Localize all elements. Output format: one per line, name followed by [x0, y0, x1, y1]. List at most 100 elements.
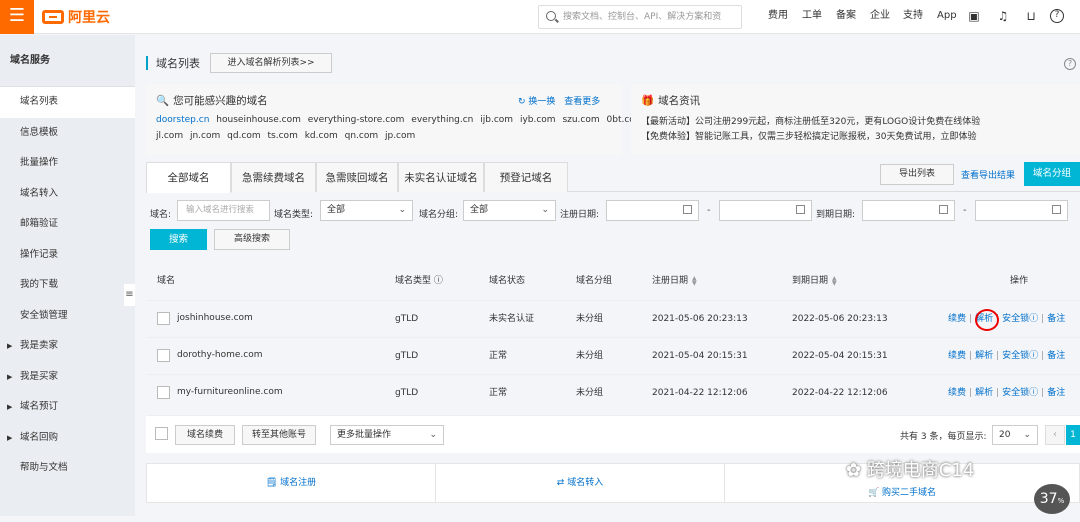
tab-redeem-urgent[interactable]: 急需赎回域名	[316, 162, 398, 192]
domain-register-link[interactable]: 🗒 域名注册	[147, 464, 436, 502]
more-link[interactable]: 查看更多	[564, 97, 600, 107]
exp-date-end[interactable]	[975, 200, 1068, 221]
sidebar-item-buyer[interactable]: ▶ 我是买家	[0, 362, 135, 393]
reg-date-end[interactable]	[719, 200, 812, 221]
type-select[interactable]: 全部 ⌄	[320, 200, 413, 221]
group-value: 全部	[470, 205, 489, 215]
suggest-domain[interactable]: ijb.com	[480, 115, 513, 125]
search-input[interactable]: 搜索文档、控制台、API、解决方案和资	[538, 5, 742, 29]
tab-unverified[interactable]: 未实名认证域名	[398, 162, 484, 192]
refresh-icon[interactable]: ↻	[518, 97, 528, 107]
prev-page-button[interactable]: ‹	[1045, 425, 1065, 445]
sidebar-item-transfer-in[interactable]: 域名转入	[0, 179, 135, 210]
suggest-domain[interactable]: everything.cn	[411, 115, 473, 125]
nav-app[interactable]: App	[937, 0, 957, 34]
search-button[interactable]: 搜索	[150, 229, 207, 250]
suggest-domain[interactable]: jp.com	[385, 131, 415, 141]
row-domain[interactable]: dorothy-home.com	[177, 338, 262, 372]
sidebar-item-buyback[interactable]: ▶ 域名回购	[0, 423, 135, 454]
sort-icon[interactable]: ▲ ▼	[832, 275, 839, 286]
news-line-1[interactable]: 【最新活动】公司注册299元起，商标注册低至320元，更有LOGO设计免费在线体…	[641, 114, 980, 127]
renew-domains-button[interactable]: 域名续费	[175, 425, 235, 445]
refresh-link[interactable]: 换一换	[528, 97, 555, 107]
suggest-domain[interactable]: everything-store.com	[308, 115, 405, 125]
sidebar-item-help[interactable]: 帮助与文档	[0, 453, 135, 484]
row-status[interactable]: 未实名认证	[489, 301, 534, 338]
suggest-domain[interactable]: iyb.com	[520, 115, 556, 125]
sidebar-item-lock-manage[interactable]: 安全锁管理	[0, 301, 135, 332]
news-line-2[interactable]: 【免费体验】智能记账工具，仅需三步轻松搞定记账报税，30天免费试用，立即体验	[641, 129, 976, 142]
sidebar-item-batch[interactable]: 批量操作	[0, 148, 135, 179]
suggest-domain[interactable]: qd.com	[227, 131, 261, 141]
suggest-domain[interactable]: kd.com	[305, 131, 338, 141]
nav-filing[interactable]: 备案	[836, 0, 856, 34]
renew-link[interactable]: 续费	[948, 388, 966, 398]
row-checkbox[interactable]	[157, 386, 170, 399]
sidebar-item-email-verify[interactable]: 邮箱验证	[0, 209, 135, 240]
note-link[interactable]: 备注	[1047, 314, 1065, 324]
batch-ops-select[interactable]: 更多批量操作 ⌄	[330, 425, 444, 445]
domain-search-input[interactable]: 输入域名进行搜索	[177, 200, 270, 221]
suggest-domain[interactable]: qn.com	[345, 131, 379, 141]
nav-fees[interactable]: 费用	[768, 0, 788, 34]
info-icon[interactable]: ⓘ	[434, 276, 443, 286]
advanced-search-button[interactable]: 高级搜索	[214, 229, 290, 250]
help-icon[interactable]: ?	[1064, 58, 1076, 70]
cart-icon[interactable]: ⊔	[1024, 9, 1038, 23]
transfer-account-button[interactable]: 转至其他账号	[242, 425, 316, 445]
sidebar-item-op-log[interactable]: 操作记录	[0, 240, 135, 271]
suggest-domain[interactable]: doorstep.cn	[156, 115, 209, 125]
col-exp[interactable]: 到期日期 ▲ ▼	[792, 262, 839, 300]
lock-link[interactable]: 安全锁	[1002, 351, 1029, 361]
bell-icon[interactable]: ♫	[996, 9, 1010, 23]
domain-group-button[interactable]: 域名分组	[1024, 162, 1080, 186]
lock-link[interactable]: 安全锁	[1002, 388, 1029, 398]
help-icon[interactable]: ?	[1050, 9, 1064, 23]
aliyun-logo[interactable]: 阿里云	[42, 6, 110, 28]
nav-enterprise[interactable]: 企业	[870, 0, 890, 34]
row-domain[interactable]: my-furnitureonline.com	[177, 375, 283, 409]
select-all-checkbox[interactable]	[155, 427, 168, 440]
renew-link[interactable]: 续费	[948, 351, 966, 361]
resolve-link[interactable]: 解析	[975, 388, 993, 398]
resolve-link[interactable]: 解析	[975, 351, 993, 361]
export-list-button[interactable]: 导出列表	[880, 164, 954, 185]
note-link[interactable]: 备注	[1047, 388, 1065, 398]
note-link[interactable]: 备注	[1047, 351, 1065, 361]
suggest-domain[interactable]: szu.com	[562, 115, 599, 125]
suggest-domain[interactable]: jl.com	[156, 131, 183, 141]
top-bar: ☰ 阿里云 搜索文档、控制台、API、解决方案和资 费用 工单 备案 企业 支持…	[0, 0, 1080, 34]
exp-date-start[interactable]	[862, 200, 955, 221]
tab-preregister[interactable]: 预登记域名	[484, 162, 568, 192]
enter-dns-list-button[interactable]: 进入域名解析列表>>	[210, 53, 332, 73]
page-size-select[interactable]: 20 ⌄	[992, 425, 1038, 445]
terminal-icon[interactable]: ▣	[967, 9, 981, 23]
sidebar-item-domain-list[interactable]: 域名列表	[0, 87, 135, 118]
tab-all[interactable]: 全部域名	[146, 162, 231, 193]
row-domain[interactable]: joshinhouse.com	[177, 301, 253, 335]
domain-tabs: 全部域名 急需续费域名 急需赎回域名 未实名认证域名 预登记域名 导出列表 查看…	[146, 162, 1080, 193]
sidebar-item-downloads[interactable]: 我的下载	[0, 270, 135, 301]
suggest-domain[interactable]: ts.com	[268, 131, 298, 141]
nav-tickets[interactable]: 工单	[802, 0, 822, 34]
tab-renew-urgent[interactable]: 急需续费域名	[231, 162, 316, 192]
renew-link[interactable]: 续费	[948, 314, 966, 324]
row-checkbox[interactable]	[157, 349, 170, 362]
sort-icon[interactable]: ▲ ▼	[692, 275, 699, 286]
group-select[interactable]: 全部 ⌄	[463, 200, 556, 221]
menu-icon[interactable]: ☰	[0, 0, 34, 34]
sidebar-item-templates[interactable]: 信息模板	[0, 118, 135, 149]
sidebar-collapse-icon[interactable]: ≡	[124, 284, 135, 306]
nav-support[interactable]: 支持	[903, 0, 923, 34]
view-export-link[interactable]: 查看导出结果	[961, 168, 1015, 181]
sidebar-item-reserve[interactable]: ▶ 域名预订	[0, 392, 135, 423]
suggest-domain[interactable]: houseinhouse.com	[216, 115, 301, 125]
lock-link[interactable]: 安全锁	[1002, 314, 1029, 324]
domain-transfer-in-link[interactable]: ⇄ 域名转入	[436, 464, 725, 502]
row-checkbox[interactable]	[157, 312, 170, 325]
col-reg[interactable]: 注册日期 ▲ ▼	[652, 262, 699, 300]
suggest-domain[interactable]: jn.com	[190, 131, 220, 141]
reg-date-start[interactable]	[606, 200, 699, 221]
sidebar-item-seller[interactable]: ▶ 我是卖家	[0, 331, 135, 362]
current-page[interactable]: 1	[1066, 425, 1080, 445]
